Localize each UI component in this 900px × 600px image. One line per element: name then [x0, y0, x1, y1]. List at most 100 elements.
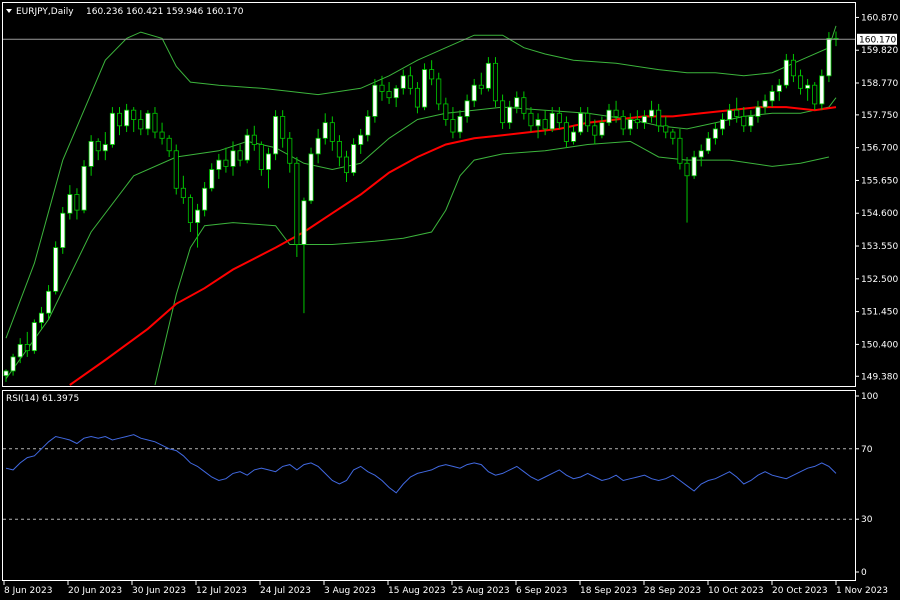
candle-body — [329, 122, 335, 142]
chevron-down-icon[interactable] — [6, 9, 12, 13]
candle-body — [407, 75, 413, 89]
candle-body — [145, 112, 151, 130]
candle-body — [507, 106, 513, 124]
candle-body — [173, 150, 179, 189]
candle — [166, 135, 172, 158]
candle — [294, 157, 300, 257]
candle-body — [492, 62, 499, 102]
candle-body — [620, 116, 626, 130]
candle-body — [535, 119, 541, 127]
candle-body — [109, 112, 115, 145]
candle — [599, 116, 605, 139]
time-tick-label: 25 Aug 2023 — [452, 586, 510, 596]
candle — [790, 53, 796, 83]
moving-average — [69, 106, 837, 386]
candle — [308, 147, 314, 204]
price-tick-label: 158.770 — [861, 79, 898, 89]
candle-body — [691, 156, 697, 177]
candle-body — [351, 144, 357, 174]
candle — [485, 57, 491, 92]
candle-body — [769, 91, 775, 102]
candle — [500, 94, 506, 129]
candle — [301, 197, 307, 314]
time-tick-label: 20 Oct 2023 — [772, 586, 828, 596]
candle — [10, 353, 16, 376]
candle — [429, 60, 435, 86]
candle — [3, 369, 9, 382]
candle-body — [812, 84, 818, 105]
candle-body — [578, 112, 584, 133]
candle — [606, 103, 612, 126]
candle-body — [556, 112, 562, 124]
header: EURJPY,Daily 160.236 160.421 159.946 160… — [6, 7, 244, 17]
candle-body — [514, 97, 520, 108]
candle — [74, 188, 80, 220]
candle-body — [677, 137, 683, 164]
rsi-levels — [3, 448, 855, 520]
rsi-tick-label: 30 — [861, 515, 873, 525]
bollinger-middle — [5, 97, 837, 380]
candle — [464, 94, 470, 123]
time-tick-label: 28 Sep 2023 — [644, 586, 701, 596]
time-tick-label: 12 Jul 2023 — [196, 586, 247, 596]
candle — [798, 69, 804, 95]
candle-body — [152, 112, 158, 133]
candle-body — [95, 141, 101, 152]
price-tick-label: 152.500 — [861, 275, 898, 285]
candle — [138, 110, 144, 136]
candle-body — [358, 134, 364, 145]
candle-body — [38, 312, 44, 323]
candle-body — [606, 109, 612, 124]
candle-body — [613, 109, 619, 117]
candle — [372, 78, 378, 123]
candle-body — [46, 290, 52, 314]
candle-body — [60, 212, 66, 248]
candle — [684, 157, 690, 223]
candle-body — [386, 91, 392, 99]
candle-body — [464, 100, 470, 117]
candle — [209, 163, 215, 192]
candle-body — [549, 112, 555, 130]
candle-body — [265, 153, 272, 170]
candle-body — [195, 209, 201, 224]
time-tick-label: 6 Sep 2023 — [516, 586, 567, 596]
chart-canvas: 160.870 159.820 158.770 157.750 156.700 155.6… — [2, 2, 898, 596]
candle — [315, 128, 321, 164]
rsi-tick-label: 100 — [861, 392, 878, 402]
candle — [719, 113, 726, 136]
candle — [17, 338, 23, 364]
time-tick-label: 18 Sep 2023 — [580, 586, 637, 596]
candle-body — [698, 150, 704, 158]
candle — [258, 141, 264, 176]
candle — [528, 107, 534, 133]
candle — [776, 78, 782, 101]
candle — [280, 110, 286, 148]
candle-body — [166, 137, 172, 152]
candle — [95, 138, 101, 161]
price-tick-label: 154.600 — [861, 209, 898, 219]
candle — [705, 132, 711, 154]
candle-body — [762, 100, 768, 108]
candle-body — [585, 112, 591, 127]
candle — [102, 132, 108, 161]
current-price-label: 160.170 — [857, 33, 897, 45]
candle-body — [237, 150, 243, 161]
candle — [88, 135, 94, 176]
candle-body — [17, 344, 23, 358]
candle-body — [450, 119, 456, 133]
candle-body — [31, 322, 37, 352]
candle-body — [500, 100, 506, 124]
candle-body — [131, 109, 137, 120]
candle — [365, 110, 371, 142]
candle — [812, 82, 818, 111]
candle-body — [280, 116, 286, 139]
candle — [287, 132, 293, 173]
candle-body — [102, 144, 108, 152]
candle-body — [343, 156, 350, 174]
candle-body — [294, 162, 300, 245]
candle — [514, 91, 520, 114]
candle — [159, 122, 165, 145]
candle — [152, 107, 158, 139]
candle-body — [258, 144, 264, 170]
candle — [180, 175, 186, 204]
